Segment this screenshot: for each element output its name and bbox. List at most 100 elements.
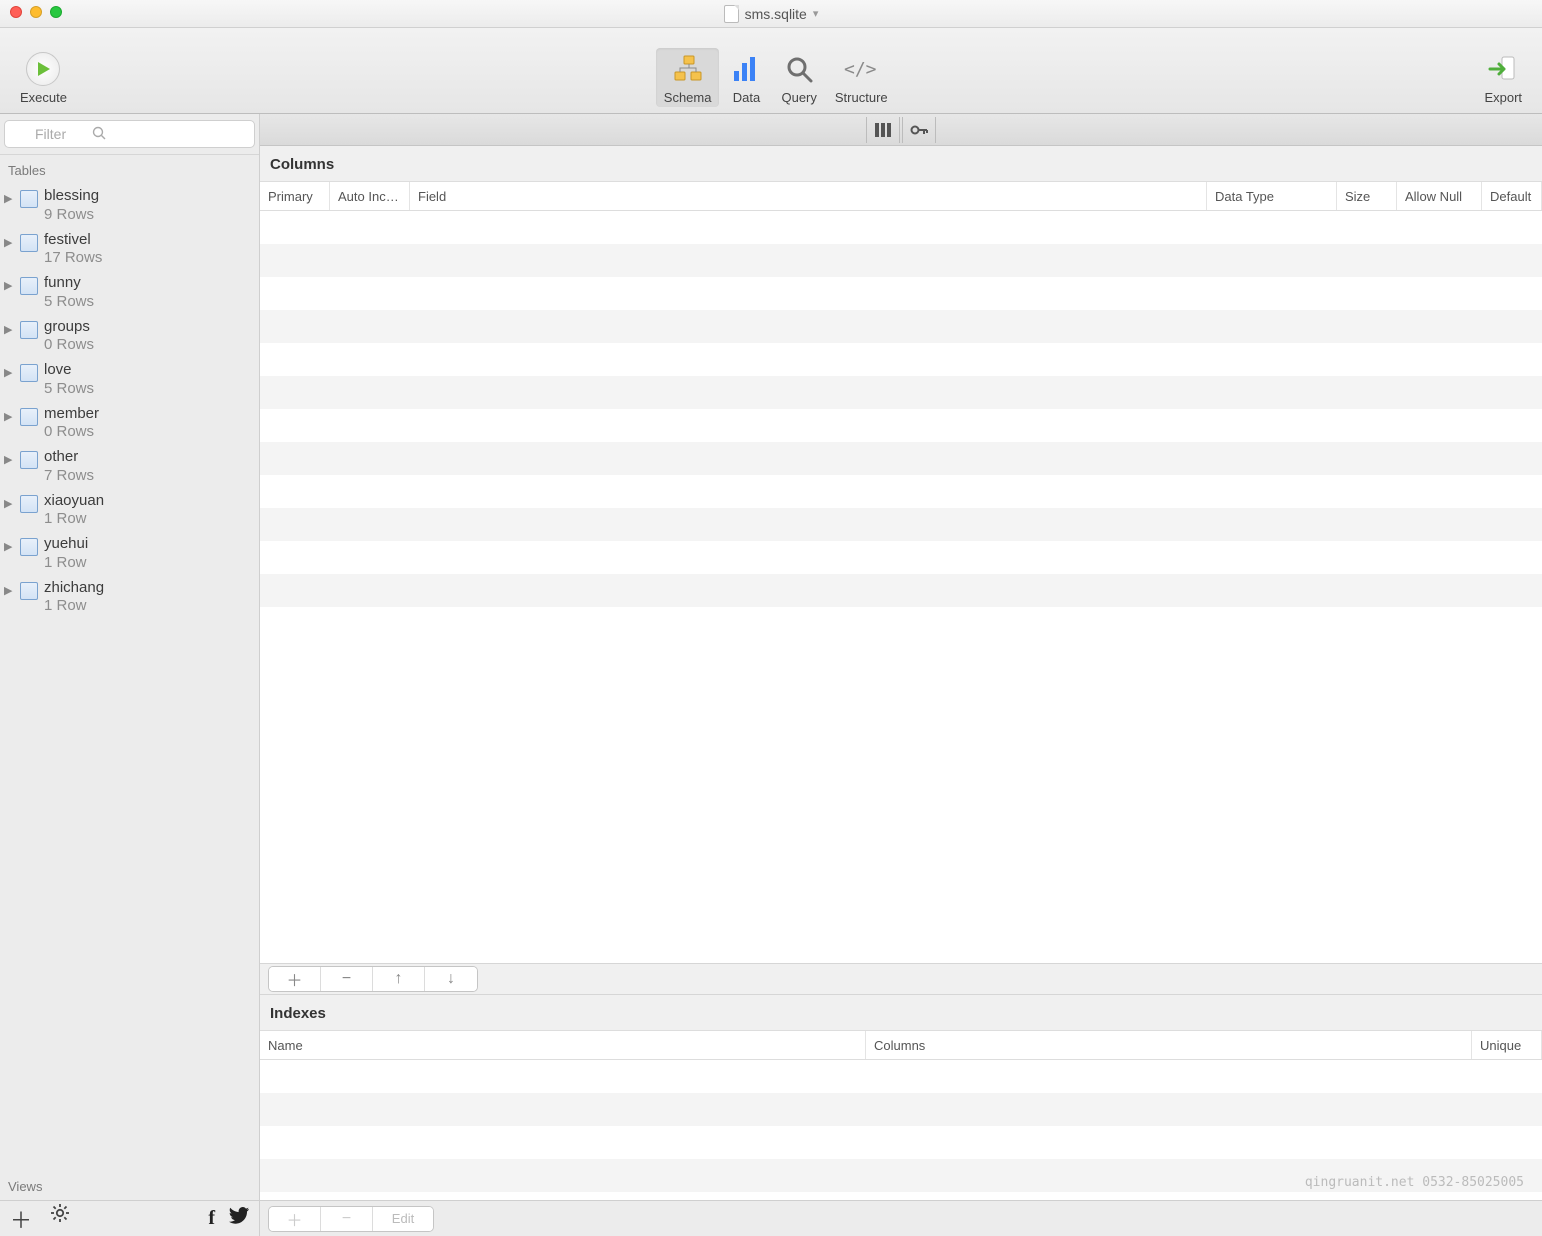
twitter-link[interactable] xyxy=(229,1207,249,1231)
sidebar-table-item[interactable]: ▶groups0 Rows xyxy=(0,315,259,359)
add-index-button[interactable]: ＋ xyxy=(269,1207,321,1231)
table-rowcount: 1 Row xyxy=(44,510,104,529)
table-name: groups xyxy=(44,318,94,337)
content-toolbar xyxy=(260,114,1542,146)
tab-data[interactable]: Data xyxy=(721,48,771,107)
export-button[interactable]: Export xyxy=(1476,48,1530,107)
table-row xyxy=(260,1060,1542,1093)
table-rowcount: 1 Row xyxy=(44,597,104,616)
tab-query[interactable]: Query xyxy=(773,48,824,107)
sidebar: Tables ▶blessing9 Rows▶festivel17 Rows▶f… xyxy=(0,114,260,1236)
columns-action-bar: ＋ − ↑ ↓ xyxy=(260,963,1542,995)
title-bar: sms.sqlite ▾ xyxy=(0,0,1542,28)
toolbar: Execute Schema Data Query </> Structure xyxy=(0,28,1542,114)
col-header-allow-null[interactable]: Allow Null xyxy=(1397,182,1482,210)
tab-schema-label: Schema xyxy=(664,90,712,105)
col-header-auto-inc[interactable]: Auto Inc… xyxy=(330,182,410,210)
table-name: member xyxy=(44,405,99,424)
export-label: Export xyxy=(1484,90,1522,105)
edit-index-button[interactable]: Edit xyxy=(373,1207,433,1231)
document-filename: sms.sqlite xyxy=(745,6,807,22)
indexes-panel-title: Indexes xyxy=(260,995,1542,1030)
disclosure-triangle-icon[interactable]: ▶ xyxy=(4,584,14,597)
sidebar-table-item[interactable]: ▶love5 Rows xyxy=(0,358,259,402)
key-icon xyxy=(910,123,928,137)
indexes-grid[interactable] xyxy=(260,1060,1542,1200)
add-column-button[interactable]: ＋ xyxy=(269,967,321,991)
document-icon xyxy=(724,5,739,23)
export-icon xyxy=(1486,52,1520,86)
sidebar-table-item[interactable]: ▶blessing9 Rows xyxy=(0,184,259,228)
table-name: blessing xyxy=(44,187,99,206)
sidebar-table-item[interactable]: ▶funny5 Rows xyxy=(0,271,259,315)
table-row xyxy=(260,1159,1542,1192)
views-section-label: Views xyxy=(0,1171,259,1200)
idx-header-unique[interactable]: Unique xyxy=(1472,1031,1542,1059)
table-rowcount: 0 Rows xyxy=(44,423,99,442)
table-icon xyxy=(20,451,38,469)
minimize-window-button[interactable] xyxy=(30,6,42,18)
schema-icon xyxy=(671,52,705,86)
disclosure-triangle-icon[interactable]: ▶ xyxy=(4,410,14,423)
table-name: zhichang xyxy=(44,579,104,598)
columns-icon xyxy=(875,123,891,137)
col-header-data-type[interactable]: Data Type xyxy=(1207,182,1337,210)
disclosure-triangle-icon[interactable]: ▶ xyxy=(4,497,14,510)
sidebar-table-item[interactable]: ▶other7 Rows xyxy=(0,445,259,489)
close-window-button[interactable] xyxy=(10,6,22,18)
disclosure-triangle-icon[interactable]: ▶ xyxy=(4,540,14,553)
sidebar-table-item[interactable]: ▶festivel17 Rows xyxy=(0,228,259,272)
columns-grid[interactable] xyxy=(260,211,1542,963)
table-name: love xyxy=(44,361,94,380)
table-row xyxy=(260,574,1542,607)
table-row xyxy=(260,310,1542,343)
sidebar-table-item[interactable]: ▶xiaoyuan1 Row xyxy=(0,489,259,533)
title-proxy[interactable]: sms.sqlite ▾ xyxy=(724,5,819,23)
execute-label: Execute xyxy=(20,90,67,105)
keys-view-button[interactable] xyxy=(902,117,936,143)
table-icon xyxy=(20,538,38,556)
disclosure-triangle-icon[interactable]: ▶ xyxy=(4,323,14,336)
table-row xyxy=(260,442,1542,475)
tab-structure[interactable]: </> Structure xyxy=(827,48,896,107)
table-name: other xyxy=(44,448,94,467)
move-up-button[interactable]: ↑ xyxy=(373,967,425,991)
tab-schema[interactable]: Schema xyxy=(656,48,720,107)
col-header-size[interactable]: Size xyxy=(1337,182,1397,210)
tab-data-label: Data xyxy=(733,90,760,105)
disclosure-triangle-icon[interactable]: ▶ xyxy=(4,236,14,249)
play-icon xyxy=(26,52,60,86)
add-button[interactable]: ＋ xyxy=(10,1203,32,1235)
remove-column-button[interactable]: − xyxy=(321,967,373,991)
table-row xyxy=(260,1093,1542,1126)
sidebar-table-item[interactable]: ▶yuehui1 Row xyxy=(0,532,259,576)
sidebar-footer: ＋ f xyxy=(0,1200,259,1236)
execute-button[interactable]: Execute xyxy=(12,48,75,107)
facebook-link[interactable]: f xyxy=(208,1207,215,1231)
table-icon xyxy=(20,582,38,600)
idx-header-columns[interactable]: Columns xyxy=(866,1031,1472,1059)
indexes-action-bar: ＋ − Edit xyxy=(260,1200,1542,1236)
table-row xyxy=(260,508,1542,541)
columns-view-button[interactable] xyxy=(866,117,900,143)
disclosure-triangle-icon[interactable]: ▶ xyxy=(4,366,14,379)
col-header-field[interactable]: Field xyxy=(410,182,1207,210)
filter-input[interactable] xyxy=(4,120,255,148)
query-icon xyxy=(782,52,816,86)
chevron-down-icon: ▾ xyxy=(813,7,819,20)
zoom-window-button[interactable] xyxy=(50,6,62,18)
main-content: Columns Primary Auto Inc… Field Data Typ… xyxy=(260,114,1542,1236)
sidebar-table-item[interactable]: ▶ member0 Rows xyxy=(0,402,259,446)
move-down-button[interactable]: ↓ xyxy=(425,967,477,991)
disclosure-triangle-icon[interactable]: ▶ xyxy=(4,192,14,205)
settings-button[interactable] xyxy=(50,1203,70,1235)
col-header-default[interactable]: Default xyxy=(1482,182,1542,210)
table-icon xyxy=(20,234,38,252)
idx-header-name[interactable]: Name xyxy=(260,1031,866,1059)
disclosure-triangle-icon[interactable]: ▶ xyxy=(4,453,14,466)
gear-icon xyxy=(50,1203,70,1223)
disclosure-triangle-icon[interactable]: ▶ xyxy=(4,279,14,292)
remove-index-button[interactable]: − xyxy=(321,1207,373,1231)
col-header-primary[interactable]: Primary xyxy=(260,182,330,210)
sidebar-table-item[interactable]: ▶ zhichang1 Row xyxy=(0,576,259,620)
